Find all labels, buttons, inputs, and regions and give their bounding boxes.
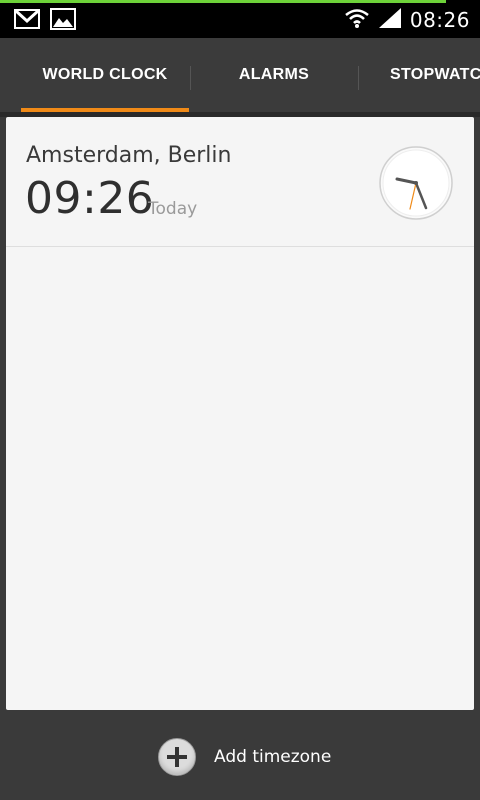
- tab-world-clock[interactable]: WORLD CLOCK: [20, 38, 190, 112]
- gmail-icon: [14, 9, 40, 33]
- city-name: Amsterdam, Berlin: [26, 143, 232, 168]
- city-time: 09:26: [25, 173, 155, 224]
- tab-bar: WORLD CLOCK ALARMS STOPWATCH: [0, 38, 480, 112]
- list-item[interactable]: Amsterdam, Berlin 09:26 Today: [6, 117, 474, 247]
- system-status: 08:26: [344, 6, 470, 34]
- wifi-icon: [344, 7, 370, 33]
- plus-icon: [158, 738, 196, 776]
- add-timezone-label: Add timezone: [214, 747, 332, 767]
- status-bar: 08:26: [0, 0, 480, 38]
- city-day: Today: [148, 199, 198, 219]
- status-progress-line: [0, 0, 446, 3]
- analog-clock-icon: [379, 146, 453, 220]
- status-time: 08:26: [409, 8, 470, 32]
- tab-divider: [358, 66, 359, 90]
- add-timezone-button[interactable]: Add timezone: [158, 737, 331, 777]
- signal-icon: [378, 7, 402, 33]
- gallery-icon: [50, 8, 76, 34]
- notification-icons: [14, 8, 76, 34]
- bottom-bar: Add timezone: [0, 710, 480, 800]
- tab-stopwatch[interactable]: STOPWATCH: [390, 38, 480, 112]
- tab-alarms[interactable]: ALARMS: [190, 38, 358, 112]
- clock-app: WORLD CLOCK ALARMS STOPWATCH Amsterdam, …: [0, 38, 480, 800]
- world-clock-list: Amsterdam, Berlin 09:26 Today: [6, 117, 474, 710]
